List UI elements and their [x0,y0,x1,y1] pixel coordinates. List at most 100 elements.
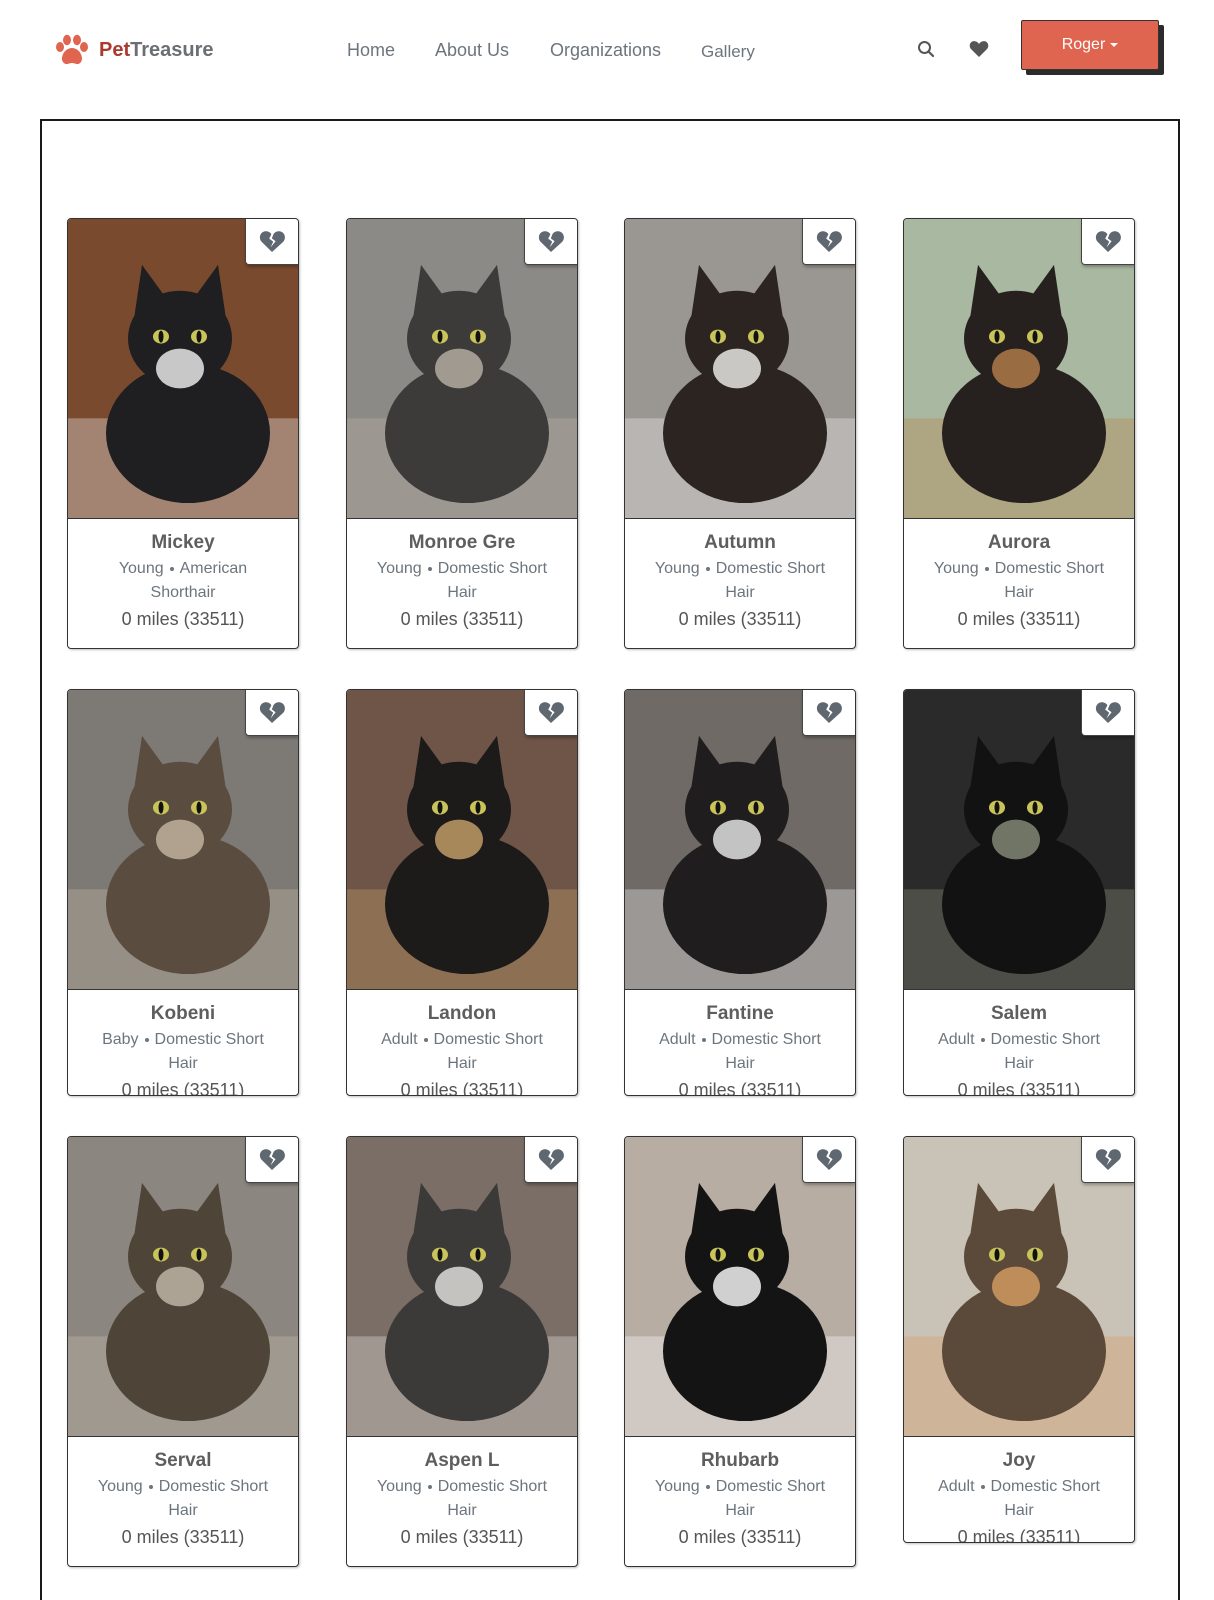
pet-card-kobeni[interactable]: Kobeni Baby Domestic Short Hair 0 miles (… [67,689,299,1096]
pet-card-aspen-l[interactable]: Aspen L Young Domestic Short Hair 0 miles… [346,1136,578,1567]
pet-age-breed: Baby Domestic Short Hair [76,1028,290,1076]
favorite-toggle-button[interactable] [245,219,298,265]
pet-name: Aurora [987,532,1051,553]
brand-logo-link[interactable]: PetTreasure [55,33,214,67]
pet-distance: 0 miles (33511) [121,1527,245,1547]
pet-photo [68,1137,298,1437]
pet-age: Young [654,1478,700,1495]
separator-dot [705,1484,710,1489]
pet-age: Young [376,560,422,577]
favorite-toggle-button[interactable] [1081,1137,1134,1183]
pet-age: Young [376,1478,422,1495]
pet-name: Joy [1002,1450,1036,1471]
pet-card-rhubarb[interactable]: Rhubarb Young Domestic Short Hair 0 miles… [624,1136,856,1567]
nav-link-organizations[interactable]: Organizations [550,38,661,62]
pet-card-body: Aspen L Young Domestic Short Hair 0 miles… [347,1437,577,1550]
nav-link-about-us[interactable]: About Us [435,38,509,62]
brand-name: PetTreasure [99,33,214,67]
pet-card-body: Autumn Young Domestic Short Hair 0 miles … [625,519,855,632]
pet-age-breed: Adult Domestic Short Hair [912,1028,1126,1076]
nav-link-gallery[interactable]: Gallery [701,40,755,64]
user-menu-button[interactable]: Roger [1021,20,1159,70]
pet-card-body: Aurora Young Domestic Short Hair 0 miles … [904,519,1134,632]
pet-distance: 0 miles (33511) [957,609,1081,629]
favorite-toggle-button[interactable] [245,690,298,736]
pet-name: Aspen L [424,1450,500,1471]
pet-card-body: Rhubarb Young Domestic Short Hair 0 miles… [625,1437,855,1550]
pet-age-breed: Young Domestic Short Hair [76,1475,290,1523]
brand-name-pet: Pet [99,39,131,61]
pet-card-body: Monroe Gre Young Domestic Short Hair 0 mi… [347,519,577,632]
pet-card-salem[interactable]: Salem Adult Domestic Short Hair 0 miles (… [903,689,1135,1096]
search-button[interactable] [912,35,940,63]
pet-age: Young [118,560,164,577]
pet-photo [68,219,298,519]
pet-name: Rhubarb [700,1450,780,1471]
favorite-toggle-button[interactable] [1081,219,1134,265]
search-icon [918,41,935,58]
pet-card-body: Fantine Adult Domestic Short Hair 0 miles… [625,990,855,1095]
pet-breed: Domestic Short Hair [990,1031,1100,1072]
favorite-toggle-button[interactable] [524,690,577,736]
pet-breed: Domestic Short Hair [437,560,548,601]
broken-heart-icon [1095,231,1121,252]
separator-dot [705,566,710,571]
pet-age-breed: Young Domestic Short Hair [355,557,569,605]
broken-heart-icon [1095,702,1121,723]
pet-photo [904,219,1134,519]
pet-age-breed: Young Domestic Short Hair [633,1475,847,1523]
favorite-toggle-button[interactable] [524,1137,577,1183]
paw-icon [55,34,89,66]
separator-dot [980,1484,985,1489]
pet-age: Young [933,560,979,577]
pet-card-body: Kobeni Baby Domestic Short Hair 0 miles (… [68,990,298,1096]
pet-card-mickey[interactable]: Mickey Young American Shorthair 0 miles (… [67,218,299,649]
favorite-toggle-button[interactable] [802,1137,855,1183]
nav-link-home[interactable]: Home [347,38,395,62]
separator-dot [423,1037,428,1042]
pet-card-joy[interactable]: Joy Adult Domestic Short Hair 0 miles (33… [903,1136,1135,1543]
favorite-toggle-button[interactable] [245,1137,298,1183]
favorite-toggle-button[interactable] [802,219,855,265]
pet-photo [347,1137,577,1437]
broken-heart-icon [538,702,564,723]
favorite-toggle-button[interactable] [1081,690,1134,736]
heart-icon [969,41,989,57]
pet-photo [904,1137,1134,1437]
pet-age: Young [97,1478,143,1495]
pet-name: Serval [154,1450,212,1471]
pet-age-breed: Adult Domestic Short Hair [355,1028,569,1076]
pet-age: Adult [659,1031,696,1048]
favorite-toggle-button[interactable] [524,219,577,265]
pet-name: Fantine [706,1003,774,1024]
brand-name-treasure: Treasure [130,39,214,61]
favorites-button[interactable] [965,35,993,63]
pet-age: Baby [102,1031,139,1048]
pet-photo [68,690,298,990]
pet-age-breed: Young Domestic Short Hair [912,557,1126,605]
pet-card-landon[interactable]: Landon Adult Domestic Short Hair 0 miles … [346,689,578,1096]
pet-age-breed: Adult Domestic Short Hair [912,1475,1126,1523]
pet-name: Salem [991,1003,1047,1024]
pet-age: Adult [938,1478,975,1495]
pet-age-breed: Young American Shorthair [76,557,290,605]
pet-distance: 0 miles (33511) [400,1080,524,1096]
pet-breed: Domestic Short Hair [154,1031,264,1072]
pet-photo [347,690,577,990]
pet-card-monroe-gre[interactable]: Monroe Gre Young Domestic Short Hair 0 mi… [346,218,578,649]
separator-dot [427,1484,432,1489]
pet-card-aurora[interactable]: Aurora Young Domestic Short Hair 0 miles … [903,218,1135,649]
pet-name: Monroe Gre [408,532,516,553]
pet-breed: Domestic Short Hair [711,1031,821,1072]
pet-photo [625,219,855,519]
pet-distance: 0 miles (33511) [121,1080,245,1096]
pet-card-autumn[interactable]: Autumn Young Domestic Short Hair 0 miles … [624,218,856,649]
pet-card-serval[interactable]: Serval Young Domestic Short Hair 0 miles … [67,1136,299,1567]
favorite-toggle-button[interactable] [802,690,855,736]
pet-photo [625,690,855,990]
pet-distance: 0 miles (33511) [678,609,802,629]
pet-card-body: Landon Adult Domestic Short Hair 0 miles … [347,990,577,1096]
separator-dot [980,1037,985,1042]
pet-card-fantine[interactable]: Fantine Adult Domestic Short Hair 0 miles… [624,689,856,1096]
separator-dot [144,1037,149,1042]
